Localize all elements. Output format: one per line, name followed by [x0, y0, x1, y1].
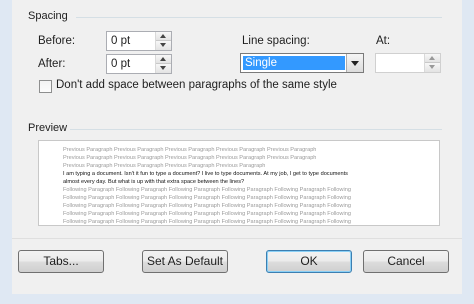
preview-line: Following Paragraph Following Paragraph … — [63, 203, 351, 209]
preview-line: almost every day. But what is up with th… — [63, 179, 245, 185]
preview-pane: Previous Paragraph Previous Paragraph Pr… — [38, 140, 440, 226]
arrow-down-icon — [160, 43, 166, 47]
preview-line: Previous Paragraph Previous Paragraph Pr… — [63, 147, 317, 153]
cancel-button[interactable]: Cancel — [363, 250, 449, 273]
after-value[interactable]: 0 pt — [111, 58, 130, 70]
set-as-default-button[interactable]: Set As Default — [142, 250, 228, 273]
preview-section-title: Preview — [28, 122, 68, 134]
preview-line: Following Paragraph Following Paragraph … — [63, 211, 351, 217]
preview-line: Previous Paragraph Previous Paragraph Pr… — [63, 163, 266, 169]
arrow-up-icon — [160, 57, 166, 61]
line-spacing-dropdown-button[interactable] — [346, 54, 363, 72]
before-spin-buttons — [155, 32, 171, 50]
preview-line: Following Paragraph Following Paragraph … — [63, 195, 351, 201]
line-spacing-dropdown[interactable]: Single — [240, 53, 364, 73]
preview-line: I am typing a document. Isn't it fun to … — [63, 171, 348, 177]
preview-lines: Previous Paragraph Previous Paragraph Pr… — [39, 141, 439, 225]
paragraph-dialog: Spacing Before: 0 pt After: 0 pt Line sp… — [0, 0, 474, 304]
preview-line: Following Paragraph Following Paragraph … — [63, 219, 351, 225]
before-decrement-button[interactable] — [156, 41, 171, 50]
before-increment-button[interactable] — [156, 32, 171, 41]
line-spacing-selected[interactable]: Single — [243, 56, 345, 70]
tabs-button[interactable]: Tabs... — [18, 250, 104, 273]
after-decrement-button[interactable] — [156, 64, 171, 73]
preview-line: Following Paragraph Following Paragraph … — [63, 187, 351, 193]
dont-add-space-label[interactable]: Don't add space between paragraphs of th… — [56, 79, 337, 91]
preview-divider — [70, 129, 442, 130]
dont-add-space-checkbox[interactable] — [39, 80, 52, 93]
at-decrement-button[interactable] — [425, 63, 440, 72]
after-increment-button[interactable] — [156, 55, 171, 64]
arrow-down-icon — [160, 66, 166, 70]
at-label: At: — [376, 35, 391, 47]
after-label: After: — [38, 58, 66, 70]
line-spacing-label: Line spacing: — [242, 35, 310, 47]
before-value[interactable]: 0 pt — [111, 35, 130, 47]
after-spin-buttons — [155, 55, 171, 73]
arrow-up-icon — [160, 34, 166, 38]
before-label: Before: — [38, 35, 76, 47]
arrow-up-icon — [429, 56, 435, 60]
spacing-divider — [76, 17, 442, 18]
after-spinner[interactable]: 0 pt — [106, 54, 172, 74]
spacing-section-title: Spacing — [28, 10, 68, 22]
arrow-down-icon — [429, 65, 435, 69]
preview-line: Previous Paragraph Previous Paragraph Pr… — [63, 155, 317, 161]
ok-button[interactable]: OK — [266, 250, 352, 273]
at-spinner[interactable] — [375, 53, 441, 73]
at-spin-buttons — [424, 54, 440, 72]
chevron-down-icon — [351, 61, 359, 66]
before-spinner[interactable]: 0 pt — [106, 31, 172, 51]
at-increment-button[interactable] — [425, 54, 440, 63]
